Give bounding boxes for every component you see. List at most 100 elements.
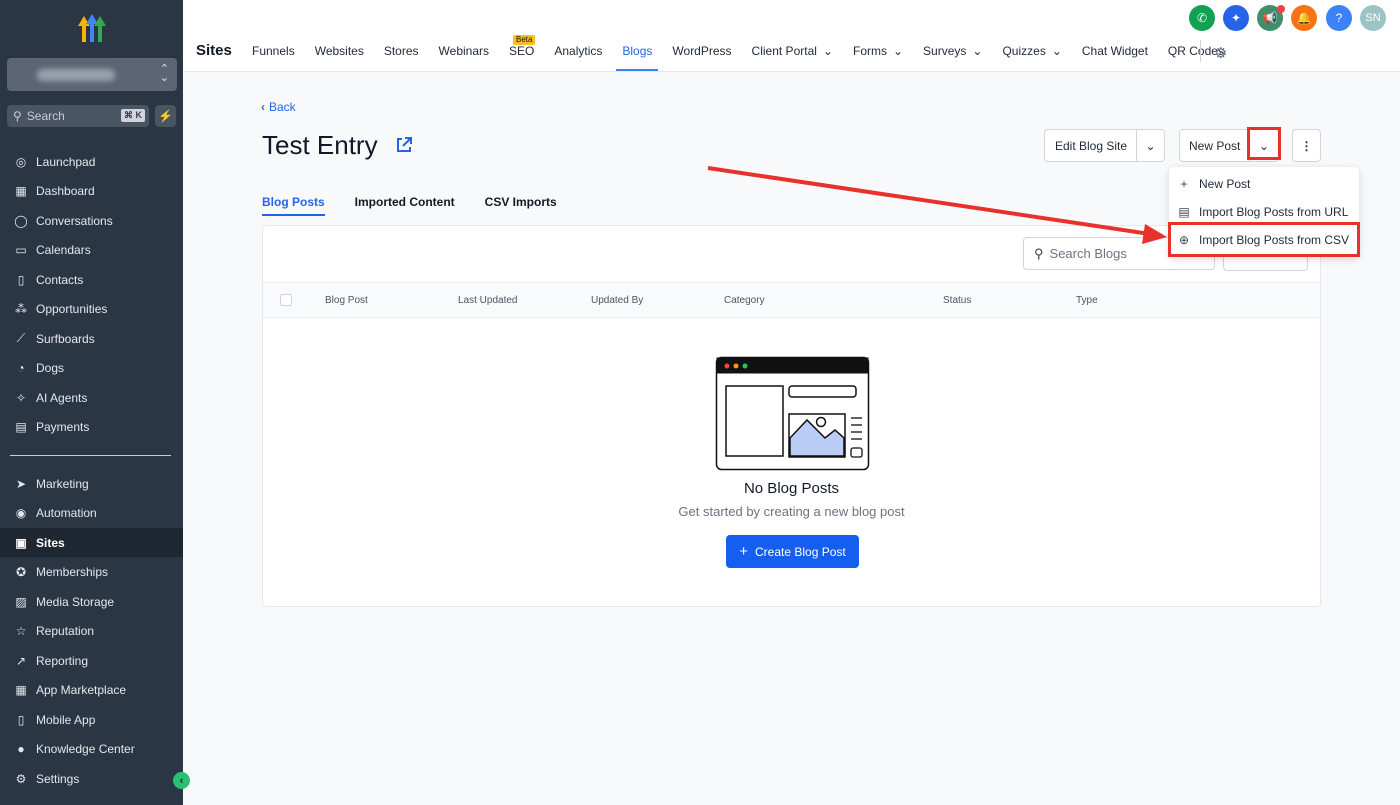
menu-item-import-url[interactable]: ▤ Import Blog Posts from URL [1169, 198, 1359, 226]
sidebar-item-sites[interactable]: ▣ Sites [0, 528, 183, 557]
column-header-status[interactable]: Status [943, 295, 971, 306]
sidebar-item-mobile-app[interactable]: ▯ Mobile App [0, 705, 183, 734]
sidebar-search-input[interactable]: ⚲ Search ⌘ K [7, 105, 149, 127]
select-all-checkbox[interactable] [280, 294, 292, 306]
new-post-button[interactable]: New Post [1179, 129, 1250, 162]
tab-forms[interactable]: Forms ⌄ [853, 44, 903, 70]
tab-wordpress[interactable]: WordPress [672, 44, 731, 70]
tab-chat-widget[interactable]: Chat Widget [1082, 44, 1148, 70]
sidebar-item-label: Launchpad [36, 154, 96, 169]
tabs-divider [1200, 40, 1201, 62]
calendar-icon: ▭ [15, 243, 27, 257]
more-options-button[interactable]: ⋮ [1292, 129, 1321, 162]
search-icon: ⚲ [1034, 245, 1044, 261]
empty-state-illustration [715, 356, 870, 471]
star-icon: ☆ [15, 624, 27, 638]
sidebar-item-marketing[interactable]: ➤ Marketing [0, 469, 183, 498]
sidebar-item-label: Settings [36, 771, 80, 786]
blog-posts-card: ⚲ Search Blogs Blog Post Last Updated Up… [262, 225, 1321, 607]
tab-label: Analytics [554, 44, 603, 58]
sidebar-item-reporting[interactable]: ↗ Reporting [0, 646, 183, 675]
sidebar-item-memberships[interactable]: ✪ Memberships [0, 558, 183, 587]
back-link[interactable]: ‹ Back [261, 100, 296, 114]
sidebar-item-label: Contacts [36, 272, 84, 287]
column-header-blog-post[interactable]: Blog Post [325, 295, 368, 306]
sidebar-item-knowledge-center[interactable]: ● Knowledge Center [0, 735, 183, 764]
sidebar-item-settings[interactable]: ⚙ Settings [0, 764, 183, 793]
sidebar-item-label: Sites [36, 535, 65, 550]
gear-icon[interactable]: ⚙ [1214, 44, 1227, 62]
tab-label: Blogs [622, 44, 653, 58]
sidebar-item-automation[interactable]: ◉ Automation [0, 499, 183, 528]
account-switcher[interactable]: ⌃ ⌄ [7, 58, 177, 91]
create-blog-post-button[interactable]: + Create Blog Post [726, 535, 859, 568]
tab-stores[interactable]: Stores [384, 44, 419, 70]
help-icon[interactable]: ? [1326, 5, 1352, 31]
section-title: Sites [196, 42, 232, 59]
notification-dot [1277, 5, 1285, 13]
avatar[interactable]: SN [1360, 5, 1386, 31]
top-navigation-bar: Sites Funnels Websites Stores Webinars Beta S… [183, 0, 1400, 72]
dashboard-icon: ▦ [15, 184, 27, 198]
create-blog-post-label: Create Blog Post [755, 544, 846, 559]
column-header-type[interactable]: Type [1076, 295, 1098, 306]
send-icon: ➤ [15, 476, 27, 491]
menu-item-label: Import Blog Posts from URL [1199, 205, 1349, 219]
page-tab-imported-content[interactable]: Imported Content [355, 195, 455, 215]
chevron-updown-icon: ⌃ ⌄ [159, 63, 169, 84]
tab-blogs[interactable]: Blogs [616, 44, 659, 71]
column-header-category[interactable]: Category [724, 295, 765, 306]
sidebar-item-label: Knowledge Center [36, 742, 135, 756]
phone-icon[interactable]: ✆ [1189, 5, 1215, 31]
tab-funnels[interactable]: Funnels [252, 44, 295, 70]
sidebar-item-conversations[interactable]: ◯ Conversations [0, 206, 183, 235]
sparkle-icon[interactable]: ✦ [1223, 5, 1249, 31]
badge-icon: ✪ [15, 565, 27, 579]
sidebar-search-placeholder: Search [26, 109, 65, 123]
quick-action-bolt-icon[interactable]: ⚡ [155, 105, 176, 127]
sidebar-item-label: Reputation [36, 624, 95, 638]
sidebar-item-label: App Marketplace [36, 683, 127, 697]
page-tab-blog-posts[interactable]: Blog Posts [262, 195, 325, 216]
collapse-sidebar-button[interactable]: ‹ [173, 772, 190, 789]
sidebar-item-reputation[interactable]: ☆ Reputation [0, 617, 183, 646]
tab-websites[interactable]: Websites [315, 44, 364, 70]
sidebar: ⌃ ⌄ ⚲ Search ⌘ K ⚡ ◎ Launchpad ▦ Dashboard ◯ C… [0, 0, 190, 805]
opportunities-icon: ⁂ [15, 302, 27, 316]
tab-label: WordPress [672, 44, 732, 58]
sidebar-item-label: Automation [36, 506, 97, 520]
chevron-left-icon: ‹ [261, 100, 265, 114]
sidebar-item-label: Conversations [36, 213, 113, 228]
tab-client-portal[interactable]: Client Portal ⌄ [752, 44, 833, 70]
sidebar-item-app-marketplace[interactable]: ▦ App Marketplace [0, 676, 183, 705]
external-link-icon[interactable] [395, 136, 413, 154]
sidebar-item-media-storage[interactable]: ▨ Media Storage [0, 587, 183, 616]
sidebar-item-payments[interactable]: ▤ Payments [0, 413, 183, 442]
sidebar-item-dogs[interactable]: ◔ Dogs [0, 354, 183, 383]
menu-item-new-post[interactable]: + New Post [1169, 170, 1359, 198]
edit-blog-site-button[interactable]: Edit Blog Site [1044, 129, 1137, 162]
menu-item-import-csv[interactable]: ⊕ Import Blog Posts from CSV [1169, 226, 1359, 254]
empty-state-subtitle: Get started by creating a new blog post [678, 504, 905, 519]
sidebar-item-ai-agents[interactable]: ✧ AI Agents [0, 383, 183, 412]
sidebar-item-opportunities[interactable]: ⁂ Opportunities [0, 295, 183, 324]
tab-analytics[interactable]: Analytics [554, 44, 602, 70]
dog-icon: ◔ [17, 361, 25, 375]
tab-webinars[interactable]: Webinars [439, 44, 489, 70]
page-tab-csv-imports[interactable]: CSV Imports [485, 195, 557, 215]
sidebar-item-launchpad[interactable]: ◎ Launchpad [0, 147, 183, 176]
sidebar-item-calendars[interactable]: ▭ Calendars [0, 236, 183, 265]
bell-icon[interactable]: 🔔 [1291, 5, 1317, 31]
tab-seo[interactable]: Beta SEO [509, 35, 536, 70]
tab-surveys[interactable]: Surveys ⌄ [923, 44, 982, 70]
tab-quizzes[interactable]: Quizzes ⌄ [1002, 44, 1061, 70]
sidebar-item-dashboard[interactable]: ▦ Dashboard [0, 177, 183, 206]
edit-site-dropdown-button[interactable]: ⌄ [1136, 129, 1165, 162]
sidebar-item-surfboards[interactable]: ⟋ Surfboards [0, 324, 183, 353]
column-header-updated-by[interactable]: Updated By [591, 295, 643, 306]
sidebar-item-contacts[interactable]: ▯ Contacts [0, 265, 183, 294]
brand-logo[interactable] [74, 12, 110, 44]
new-post-dropdown-button[interactable]: ⌄ [1249, 129, 1279, 162]
column-header-last-updated[interactable]: Last Updated [458, 295, 518, 306]
sidebar-item-label: Calendars [36, 243, 91, 257]
